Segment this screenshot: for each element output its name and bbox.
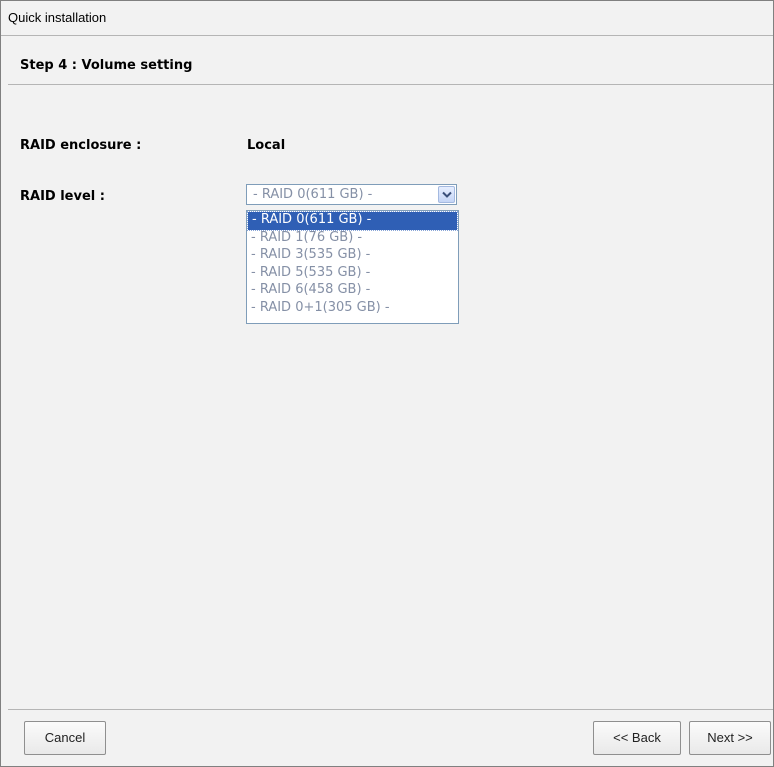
cancel-button[interactable]: Cancel <box>24 721 106 755</box>
quick-installation-dialog: Quick installation Step 4 : Volume setti… <box>0 0 774 767</box>
raid-level-option[interactable]: - RAID 1(76 GB) - <box>247 230 458 248</box>
raid-level-option[interactable]: - RAID 0+1(305 GB) - <box>247 300 458 318</box>
raid-enclosure-label: RAID enclosure : <box>20 138 142 153</box>
dialog-title: Quick installation <box>8 10 107 25</box>
step-title: Step 4 : Volume setting <box>20 58 193 73</box>
raid-level-option[interactable]: - RAID 3(535 GB) - <box>247 247 458 265</box>
raid-level-option[interactable]: - RAID 5(535 GB) - <box>247 265 458 283</box>
top-divider <box>8 84 773 85</box>
raid-enclosure-value: Local <box>247 138 286 153</box>
raid-level-label: RAID level : <box>20 189 105 204</box>
chevron-down-icon[interactable] <box>438 186 455 203</box>
raid-level-option[interactable]: - RAID 0(611 GB) - <box>247 211 458 231</box>
raid-level-selected-value: - RAID 0(611 GB) - <box>253 187 373 202</box>
raid-level-select[interactable]: - RAID 0(611 GB) - <box>246 184 457 205</box>
back-button[interactable]: << Back <box>593 721 681 755</box>
raid-level-option[interactable]: - RAID 6(458 GB) - <box>247 282 458 300</box>
bottom-divider <box>8 709 773 710</box>
dialog-titlebar: Quick installation <box>1 1 773 36</box>
raid-level-dropdown-list: - RAID 0(611 GB) - - RAID 1(76 GB) - - R… <box>246 210 459 324</box>
next-button[interactable]: Next >> <box>689 721 771 755</box>
